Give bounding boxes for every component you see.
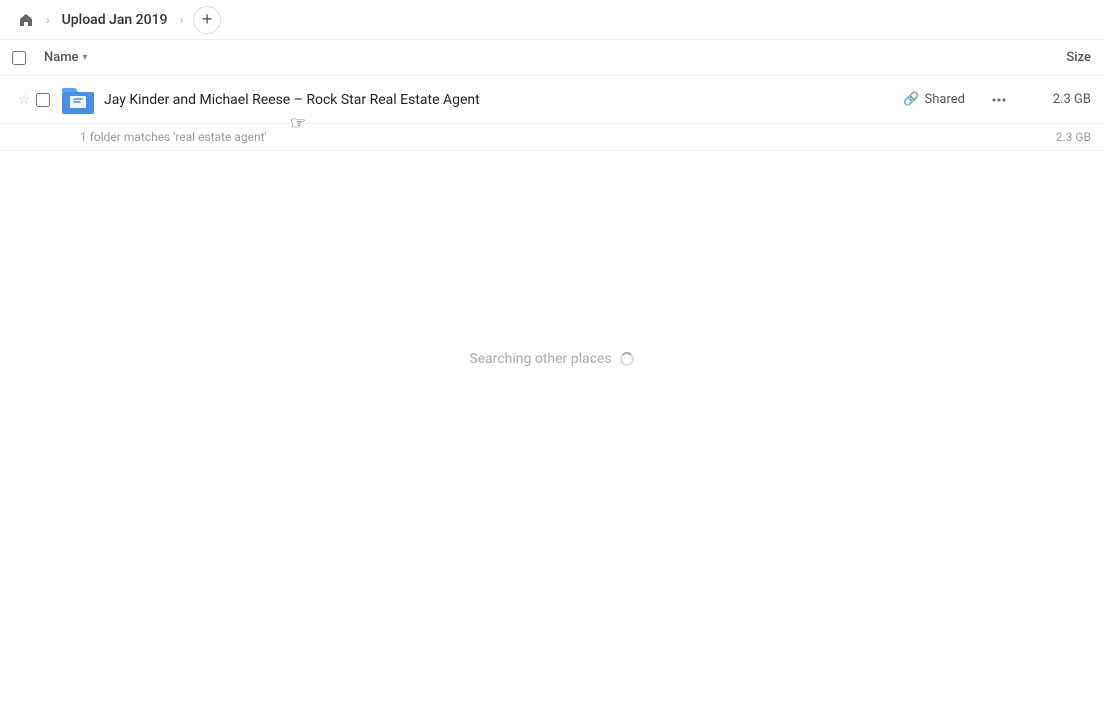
row-select-checkbox[interactable] [36,93,50,107]
search-result-size: 2.3 GB [1021,130,1091,144]
home-button[interactable] [12,6,40,34]
size-column-header: Size [1011,50,1091,65]
breadcrumb-bar: › Upload Jan 2019 › + [0,0,1103,40]
breadcrumb-chevron: › [46,13,50,27]
link-icon: 🔗 [903,92,919,107]
home-icon [18,12,34,28]
star-button[interactable]: ☆ [12,92,36,108]
breadcrumb-chevron2: › [180,13,184,27]
folder-icon [60,82,96,118]
add-button[interactable]: + [193,6,221,34]
row-checkbox [36,93,60,107]
searching-label: Searching other places [469,351,611,367]
breadcrumb-title[interactable]: Upload Jan 2019 [56,8,174,32]
name-column-label: Name [44,50,79,65]
column-header: Name ▾ Size [0,40,1103,76]
shared-label: Shared [925,92,965,107]
file-size: 2.3 GB [1021,92,1091,107]
loading-spinner [620,352,634,366]
search-result-info-row: 1 folder matches 'real estate agent' 2.3… [0,124,1103,151]
search-result-text: 1 folder matches 'real estate agent' [80,130,1021,144]
more-options-button[interactable] [985,86,1013,114]
file-name: Jay Kinder and Michael Reese – Rock Star… [104,92,895,108]
shared-badge: 🔗 Shared [895,89,973,110]
sort-icon: ▾ [83,52,88,63]
more-icon [991,92,1007,108]
searching-other-section: Searching other places [0,151,1103,367]
file-row[interactable]: ☆ Jay Kinder and Michael Reese – Rock St… [0,76,1103,124]
name-column-header[interactable]: Name ▾ [44,50,1011,65]
folder-icon-container [60,82,96,118]
select-all-checkbox[interactable] [12,51,26,65]
header-checkbox-col [12,51,44,65]
